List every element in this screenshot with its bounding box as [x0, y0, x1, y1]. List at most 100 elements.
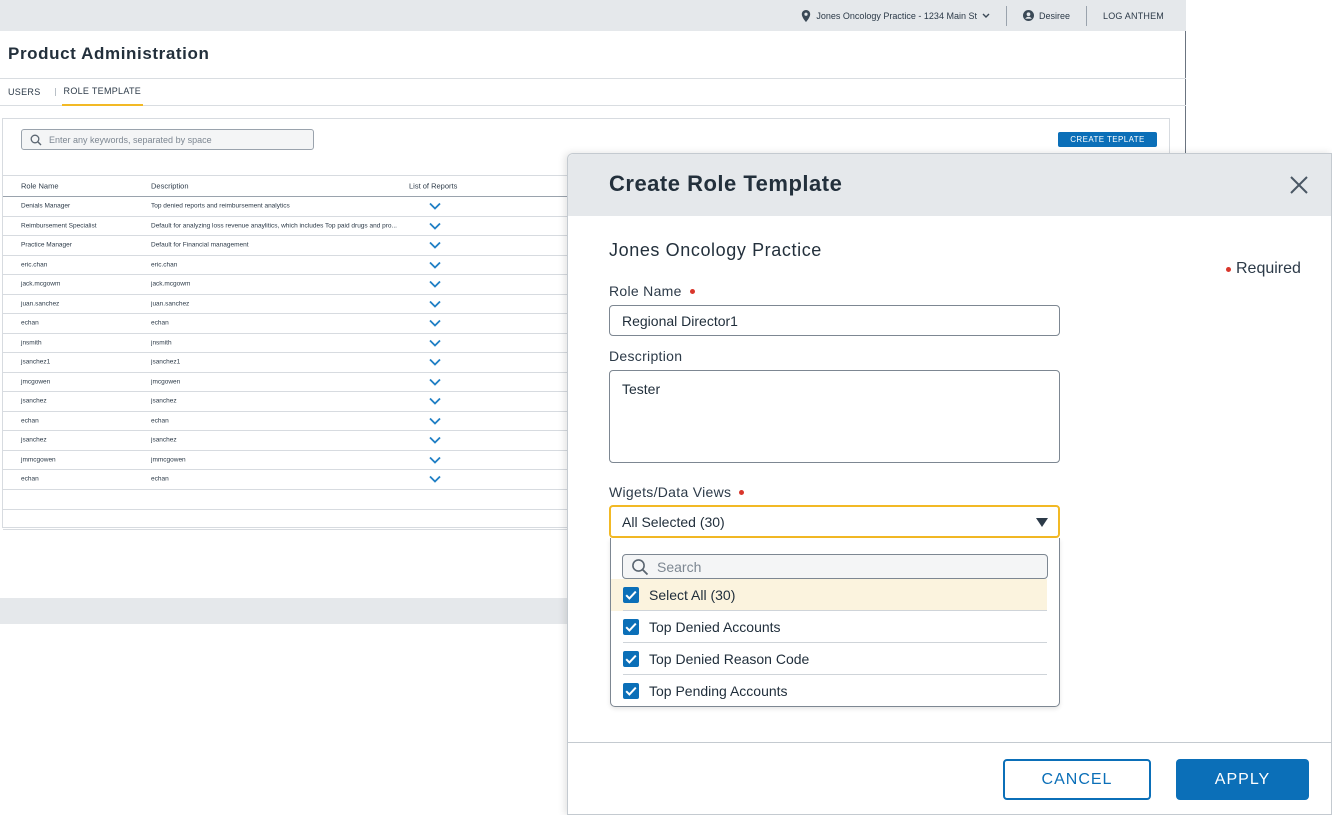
apply-button[interactable]: APPLY	[1176, 759, 1309, 800]
widgets-dropdown[interactable]: All Selected (30)	[609, 505, 1060, 538]
select-all-option[interactable]: Select All (30)	[611, 579, 1047, 611]
logout-link[interactable]: LOG ANTHEM	[1085, 5, 1186, 26]
description-cell: juan.sanchez	[151, 300, 190, 308]
user-menu[interactable]: Desiree	[1005, 5, 1086, 26]
description-cell: jnsmith	[151, 339, 172, 347]
chevron-down-icon[interactable]	[429, 241, 441, 250]
widgets-selected-value: All Selected (30)	[622, 513, 725, 530]
role-name-cell: eric.chan	[21, 261, 48, 269]
required-dot-icon	[1226, 266, 1231, 272]
chevron-down-icon[interactable]	[429, 397, 441, 406]
role-name-cell: echan	[21, 475, 39, 483]
role-name-cell: jnsmith	[21, 339, 42, 347]
description-cell: jsanchez	[151, 436, 177, 444]
option-label: Top Pending Accounts	[649, 683, 788, 699]
widget-option[interactable]: Top Denied Accounts	[611, 611, 1047, 643]
description-label: Description	[609, 348, 682, 364]
required-dot-icon	[739, 489, 745, 495]
chevron-down-icon[interactable]	[429, 378, 441, 386]
description-cell: jsanchez1	[151, 358, 181, 366]
header-description: Description	[151, 181, 189, 191]
role-name-field[interactable]: Regional Director1	[609, 305, 1060, 336]
widget-option[interactable]: Top Pending Accounts	[611, 675, 1047, 706]
role-name-cell: jack.mcgowm	[21, 280, 61, 288]
role-name-cell: jsanchez1	[21, 358, 51, 366]
checkbox-checked-icon[interactable]	[623, 683, 639, 699]
chevron-down-icon[interactable]	[429, 339, 441, 347]
description-cell: Default for analyzing loss revenue anayl…	[151, 222, 397, 230]
role-name-cell: Practice Manager	[21, 241, 72, 249]
description-cell: echan	[151, 417, 169, 425]
chevron-down-icon[interactable]	[429, 358, 441, 367]
widgets-dropdown-list: Search Select All (30) Top Denied Account…	[610, 538, 1060, 707]
description-cell: jsanchez	[151, 397, 177, 405]
chevron-down-icon[interactable]	[429, 300, 441, 308]
checkbox-checked-icon[interactable]	[623, 651, 639, 667]
description-cell: jmmcgowen	[151, 456, 186, 464]
widget-option[interactable]: Top Denied Reason Code	[611, 643, 1047, 675]
header-list-of-reports: List of Reports	[409, 181, 458, 191]
description-field[interactable]: Tester	[609, 370, 1060, 463]
chevron-down-icon[interactable]	[429, 456, 441, 464]
chevron-down-icon[interactable]	[429, 280, 441, 289]
create-role-template-modal: Create Role Template Jones Oncology Prac…	[567, 153, 1332, 815]
dropdown-search-placeholder: Search	[657, 558, 702, 575]
modal-title: Create Role Template	[609, 171, 843, 196]
location-label: Jones Oncology Practice - 1234 Main St	[816, 10, 977, 21]
chevron-down-icon[interactable]	[429, 222, 441, 230]
modal-header: Create Role Template	[568, 154, 1331, 216]
role-name-cell: jmcgowen	[21, 378, 51, 386]
chevron-down-icon[interactable]	[429, 202, 441, 211]
required-legend: Required	[1226, 260, 1301, 278]
chevron-down-icon[interactable]	[429, 436, 441, 445]
cancel-button[interactable]: CANCEL	[1003, 759, 1151, 800]
option-label: Top Denied Reason Code	[649, 651, 810, 667]
role-name-cell: echan	[21, 417, 39, 425]
description-label-text: Description	[609, 348, 683, 364]
modal-footer-divider	[568, 742, 1332, 743]
location-selector[interactable]: Jones Oncology Practice - 1234 Main St	[785, 6, 1006, 26]
description-value: Tester	[622, 381, 661, 397]
role-name-value: Regional Director1	[622, 312, 738, 329]
role-name-cell: jsanchez	[21, 436, 47, 444]
user-name: Desiree	[1038, 10, 1070, 21]
location-pin-icon	[802, 9, 811, 22]
description-cell: echan	[151, 475, 169, 483]
description-cell: Default for Financial management	[151, 241, 249, 249]
description-cell: jmcgowen	[151, 378, 181, 386]
checkbox-checked-icon[interactable]	[623, 619, 639, 635]
search-icon	[632, 558, 649, 575]
dropdown-search-input[interactable]: Search	[622, 554, 1048, 579]
keyword-search-input[interactable]: Enter any keywords, separated by space	[21, 129, 314, 150]
description-cell: eric.chan	[151, 261, 178, 269]
tab-users[interactable]: USERS	[0, 79, 49, 106]
chevron-down-icon[interactable]	[429, 475, 441, 484]
tab-divider	[54, 88, 56, 96]
description-cell: Top denied reports and reimbursement ana…	[151, 202, 290, 210]
role-name-cell: jmmcgowen	[21, 456, 56, 464]
search-placeholder: Enter any keywords, separated by space	[49, 134, 212, 145]
description-cell: echan	[151, 319, 169, 327]
checkbox-checked-icon[interactable]	[623, 587, 639, 603]
tab-role-template[interactable]: ROLE TEMPLATE	[61, 79, 144, 106]
header-role-name: Role Name	[21, 181, 59, 191]
role-name-cell: juan.sanchez	[21, 300, 60, 308]
user-avatar-icon	[1022, 10, 1034, 21]
chevron-down-icon	[982, 13, 990, 18]
page-title: Product Administration	[8, 44, 210, 63]
create-template-button[interactable]: CREATE TEPLATE	[1058, 132, 1157, 147]
chevron-down-icon[interactable]	[429, 261, 441, 269]
option-label: Select All (30)	[649, 587, 736, 603]
chevron-down-icon[interactable]	[429, 319, 441, 328]
role-name-cell: echan	[21, 319, 39, 327]
role-name-cell: Denials Manager	[21, 202, 71, 210]
chevron-down-icon[interactable]	[429, 417, 441, 425]
required-label: Required	[1236, 260, 1301, 277]
close-icon[interactable]	[1288, 174, 1310, 196]
widgets-label: Wigets/Data Views	[609, 484, 745, 500]
option-label: Top Denied Accounts	[649, 619, 781, 635]
practice-name: Jones Oncology Practice	[609, 240, 822, 260]
top-bar: Jones Oncology Practice - 1234 Main St D…	[0, 0, 1186, 31]
tab-bar: USERS ROLE TEMPLATE	[0, 78, 1186, 106]
role-name-label: Role Name	[609, 283, 695, 299]
